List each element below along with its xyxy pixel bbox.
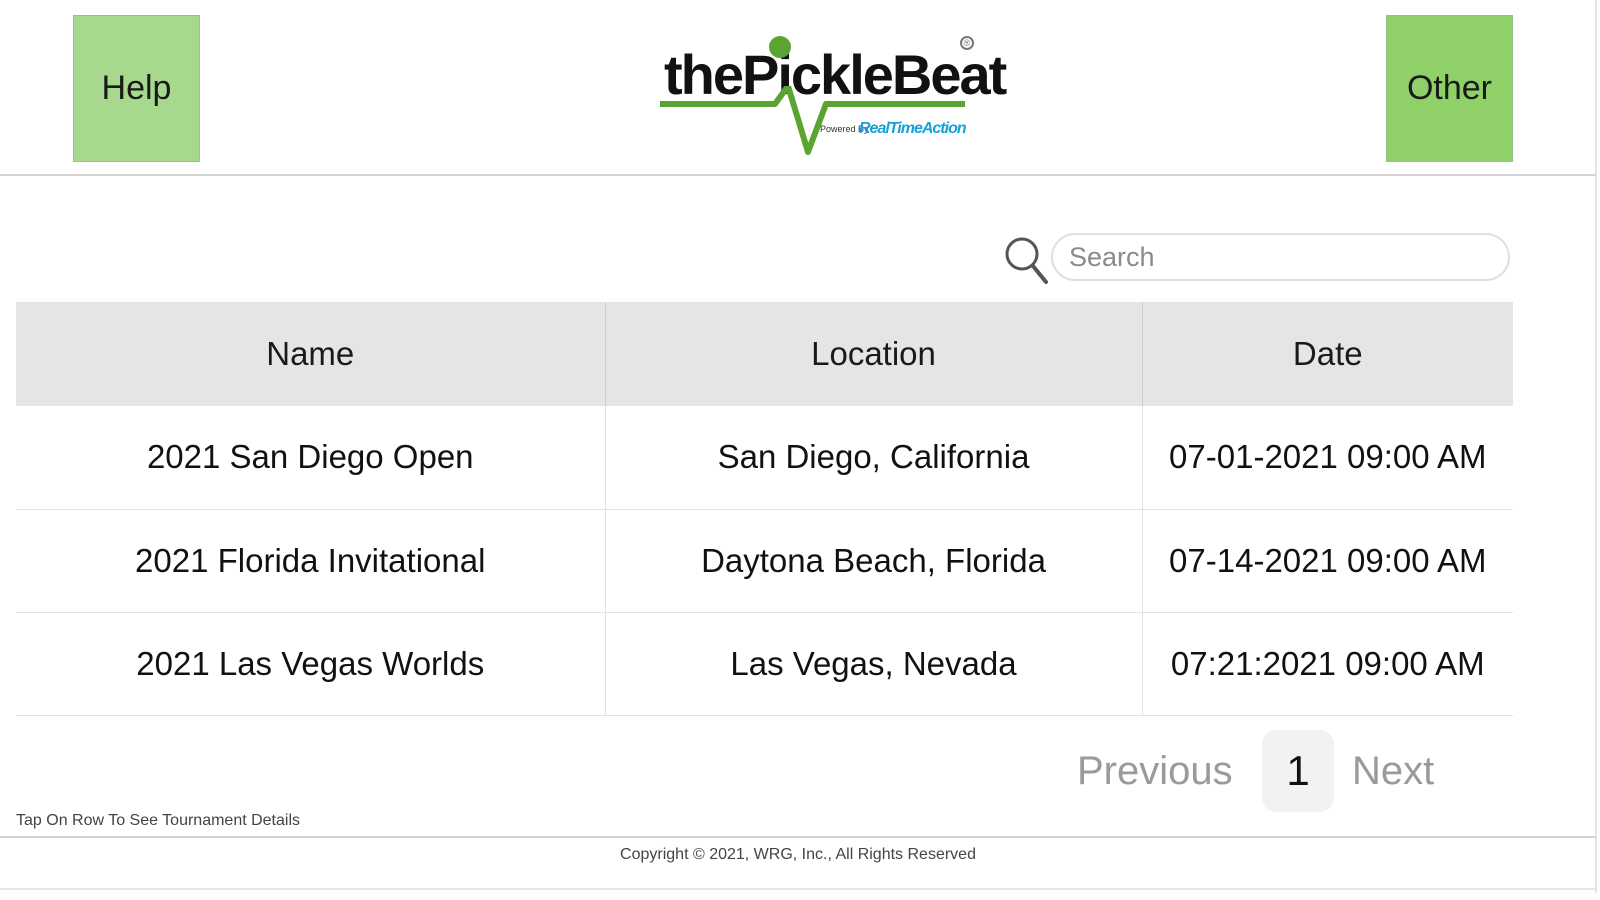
search-bar	[1004, 232, 1510, 284]
cell-location: Daytona Beach, Florida	[605, 509, 1143, 613]
row-tap-hint: Tap On Row To See Tournament Details	[16, 812, 301, 829]
column-header-date[interactable]: Date	[1142, 302, 1513, 406]
cell-date: 07:21:2021 09:00 AM	[1142, 612, 1513, 716]
logo-brand: RealTimeAction	[859, 120, 967, 137]
cell-date: 07-01-2021 09:00 AM	[1142, 406, 1513, 510]
copyright-text: Copyright © 2021, WRG, Inc., All Rights …	[620, 846, 976, 863]
table-row[interactable]: 2021 Las Vegas Worlds Las Vegas, Nevada …	[16, 612, 1513, 716]
pagination-next[interactable]: Next	[1352, 730, 1434, 812]
table-row[interactable]: 2021 Florida Invitational Daytona Beach,…	[16, 509, 1513, 613]
tournament-table: Name Location Date 2021 San Diego Open S…	[16, 302, 1513, 716]
search-icon[interactable]	[1004, 232, 1048, 284]
app-header: Help thePickleBeat ® Powered By RealTime…	[0, 0, 1596, 176]
cell-name: 2021 Las Vegas Worlds	[16, 612, 606, 716]
cell-location: Las Vegas, Nevada	[605, 612, 1143, 716]
column-header-location[interactable]: Location	[605, 302, 1143, 406]
cell-name: 2021 San Diego Open	[16, 406, 606, 510]
cell-date: 07-14-2021 09:00 AM	[1142, 509, 1513, 613]
column-header-name[interactable]: Name	[16, 302, 606, 406]
footer-divider	[0, 836, 1596, 838]
table-header-row: Name Location Date	[16, 302, 1513, 406]
pagination-page-current[interactable]: 1	[1262, 730, 1334, 812]
bottom-divider	[0, 888, 1596, 890]
logo: thePickleBeat ® Powered By RealTimeActio…	[660, 28, 1007, 162]
cell-location: San Diego, California	[605, 406, 1143, 510]
pickleball-icon	[769, 36, 791, 58]
help-button[interactable]: Help	[73, 15, 200, 162]
table-row[interactable]: 2021 San Diego Open San Diego, Californi…	[16, 406, 1513, 510]
search-input[interactable]	[1051, 233, 1510, 281]
other-button[interactable]: Other	[1386, 15, 1513, 162]
cell-name: 2021 Florida Invitational	[16, 509, 606, 613]
registered-mark-icon: ®	[960, 36, 974, 50]
pagination-previous[interactable]: Previous	[1077, 730, 1233, 812]
